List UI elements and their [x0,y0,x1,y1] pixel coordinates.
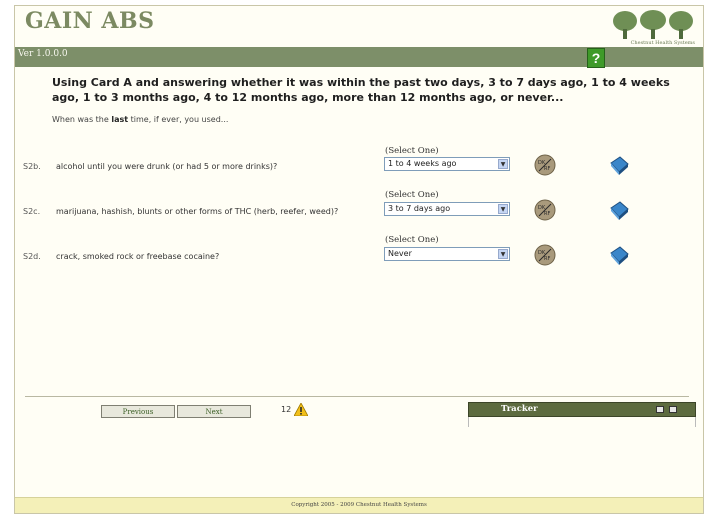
answer-value-s2d: Never [388,249,412,258]
subprompt-text-after: time, if ever, you used... [128,115,229,124]
page-number: 12 [281,405,292,414]
answer-select-s2d[interactable]: Never ▼ [384,247,510,261]
select-label-s2b: (Select One) [385,146,439,156]
book-icon[interactable] [608,154,630,176]
gain-abs-window: GAIN ABS Chestnut Health Systems Ver 1.0… [14,5,704,514]
book-icon[interactable] [608,244,630,266]
question-text-s2b: alcohol until you were drunk (or had 5 o… [56,162,278,171]
answer-select-s2c[interactable]: 3 to 7 days ago ▼ [384,202,510,216]
dk-rf-icon[interactable]: DK RF [534,199,556,221]
app-title: GAIN ABS [25,8,155,34]
logo-caption: Chestnut Health Systems [630,40,695,46]
question-code-s2d: S2d. [23,252,41,261]
select-label-s2c: (Select One) [385,190,439,200]
question-code-s2c: S2c. [23,207,41,216]
answer-value-s2c: 3 to 7 days ago [388,204,451,213]
chevron-down-icon[interactable]: ▼ [498,249,508,259]
copyright-text: Copyright 2005 - 2009 Chestnut Health Sy… [291,502,427,508]
tracker-close-icon[interactable] [669,406,677,413]
svg-text:RF: RF [544,256,550,262]
book-icon[interactable] [608,199,630,221]
svg-text:RF: RF [544,211,550,217]
tracker-panel-body [468,417,696,427]
next-button[interactable]: Next [177,405,251,418]
question-subprompt: When was the last time, if ever, you use… [52,115,228,124]
tracker-title: Tracker [501,404,538,414]
version-label: Ver 1.0.0.0 [18,49,68,59]
answer-value-s2b: 1 to 4 weeks ago [388,159,457,168]
question-text-s2c: marijuana, hashish, blunts or other form… [56,207,339,216]
question-code-s2b: S2b. [23,162,41,171]
question-text-s2d: crack, smoked rock or freebase cocaine? [56,252,220,261]
chevron-down-icon[interactable]: ▼ [498,204,508,214]
tracker-panel-header: Tracker [468,402,696,417]
warning-icon[interactable] [294,403,308,416]
tracker-minimize-icon[interactable] [656,406,664,413]
answer-select-s2b[interactable]: 1 to 4 weeks ago ▼ [384,157,510,171]
previous-button[interactable]: Previous [101,405,175,418]
dk-rf-icon[interactable]: DK RF [534,244,556,266]
dk-rf-icon[interactable]: DK RF [534,154,556,176]
subprompt-text-before: When was the [52,115,112,124]
question-instructions: Using Card A and answering whether it wa… [52,76,670,104]
svg-text:RF: RF [544,166,550,172]
chevron-down-icon[interactable]: ▼ [498,159,508,169]
subprompt-bold: last [111,115,129,124]
help-button[interactable]: ? [587,48,605,68]
select-label-s2d: (Select One) [385,235,439,245]
footer-bar: Copyright 2005 - 2009 Chestnut Health Sy… [15,497,703,513]
divider [25,396,689,397]
